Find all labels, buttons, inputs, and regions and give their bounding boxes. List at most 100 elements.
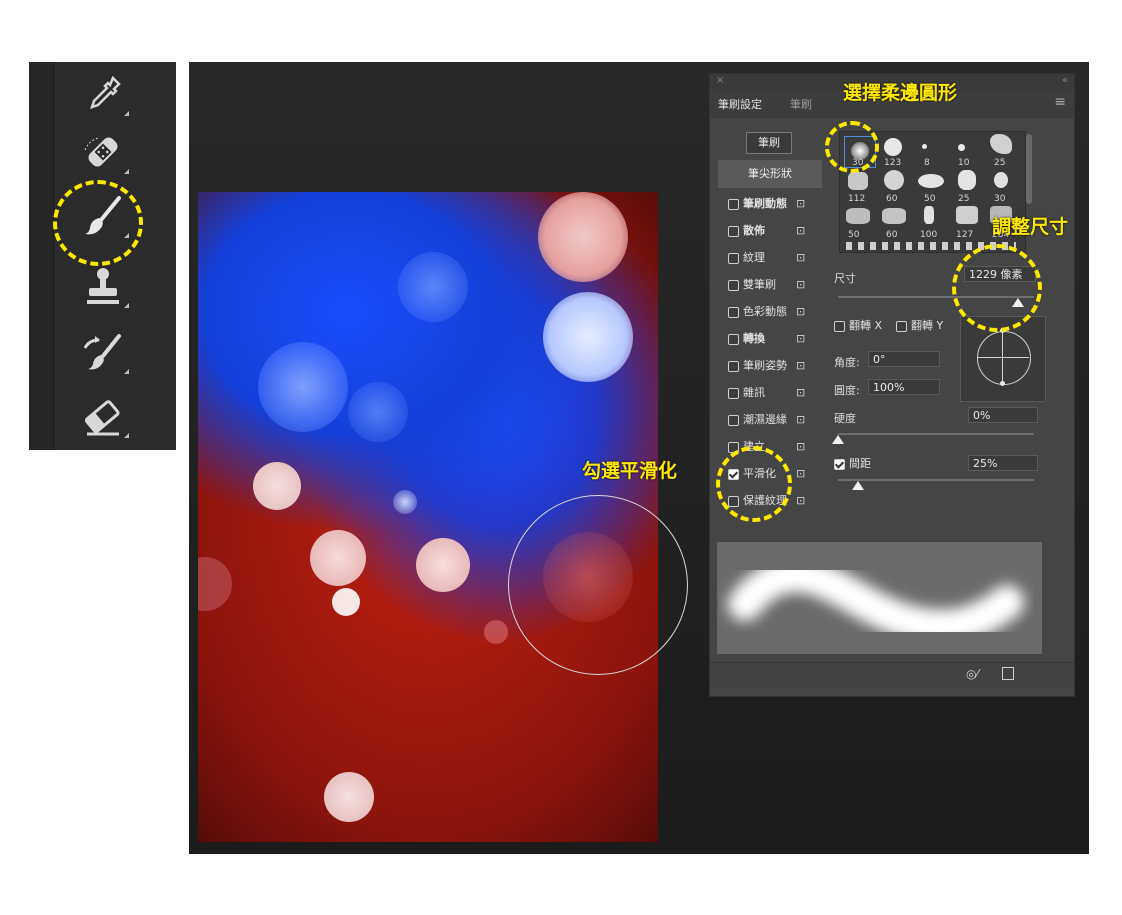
spacing-label: 間距	[849, 457, 871, 470]
brush-option-4[interactable]: 色彩動態	[728, 302, 787, 322]
bokeh-circle	[324, 772, 374, 822]
flip-y-checkbox[interactable]: 翻轉 Y	[896, 316, 943, 336]
brushes-preset-button[interactable]: 筆刷	[746, 132, 792, 154]
textured-brush-tip[interactable]	[846, 208, 870, 224]
lock-icon[interactable]: ⊡	[796, 278, 805, 291]
angle-label: 角度:	[834, 356, 860, 369]
brush-size-label: 8	[924, 158, 930, 168]
textured-brush-tip[interactable]	[884, 170, 904, 190]
option-checkbox[interactable]	[728, 252, 739, 264]
brush-size-label: 25	[994, 158, 1006, 168]
lock-icon[interactable]: ⊡	[796, 440, 805, 453]
option-label: 雙筆刷	[743, 278, 776, 291]
brush-option-7[interactable]: 雜訊	[728, 383, 765, 403]
close-icon[interactable]: ×	[716, 75, 724, 86]
lock-icon[interactable]: ⊡	[796, 413, 805, 426]
bokeh-circle	[258, 342, 348, 432]
hardness-field[interactable]: 0%	[968, 407, 1038, 423]
brush-tool-highlight-ring	[53, 180, 143, 266]
brush-tip-shape-item[interactable]: 筆尖形狀	[718, 160, 822, 188]
lock-icon[interactable]: ⊡	[796, 386, 805, 399]
spacing-checkbox[interactable]: 間距	[834, 454, 871, 474]
spacing-slider-thumb[interactable]	[852, 481, 864, 490]
option-label: 轉換	[743, 332, 765, 345]
lock-icon[interactable]: ⊡	[796, 224, 805, 237]
splatter-brush-tip[interactable]	[990, 134, 1012, 154]
bokeh-circle	[393, 490, 417, 514]
option-checkbox[interactable]	[728, 333, 739, 345]
option-checkbox[interactable]	[728, 279, 739, 291]
textured-brush-tip[interactable]	[918, 174, 944, 188]
brush-option-2[interactable]: 紋理	[728, 248, 765, 268]
brush-cursor-outline	[508, 495, 688, 675]
textured-brush-tip[interactable]	[848, 172, 868, 190]
size-label: 尺寸	[834, 272, 856, 285]
small-round-brush-tip[interactable]	[922, 144, 927, 149]
brush-option-0[interactable]: 筆刷動態	[728, 194, 787, 214]
brush-stroke-preview	[717, 542, 1042, 654]
option-checkbox[interactable]	[728, 306, 739, 318]
bokeh-circle	[310, 530, 366, 586]
tab-brush-settings[interactable]: 筆刷設定	[718, 96, 762, 112]
option-checkbox[interactable]	[728, 360, 739, 372]
new-preset-icon[interactable]	[1002, 667, 1014, 680]
clone-stamp-icon[interactable]	[79, 262, 129, 310]
eyedropper-icon[interactable]	[79, 70, 129, 118]
eraser-icon[interactable]	[79, 392, 129, 440]
option-checkbox[interactable]	[728, 414, 739, 426]
textured-brush-tip[interactable]	[924, 206, 934, 224]
textured-brush-tip[interactable]	[994, 172, 1008, 188]
lock-icon[interactable]: ⊡	[796, 494, 805, 507]
callout-adjust-size: 調整尺寸	[992, 216, 1069, 238]
brush-option-8[interactable]: 潮濕邊緣	[728, 410, 787, 430]
brush-option-6[interactable]: 筆刷姿勢	[728, 356, 787, 376]
brush-option-3[interactable]: 雙筆刷	[728, 275, 776, 295]
lock-icon[interactable]: ⊡	[796, 359, 805, 372]
option-label: 紋理	[743, 251, 765, 264]
textured-brush-tip[interactable]	[882, 208, 906, 224]
tab-brushes[interactable]: 筆刷	[790, 96, 812, 112]
spacing-slider-track[interactable]	[838, 479, 1034, 481]
history-brush-icon[interactable]	[79, 328, 129, 376]
textured-brush-tip[interactable]	[956, 206, 978, 224]
bokeh-circle	[543, 292, 633, 382]
lock-icon[interactable]: ⊡	[796, 332, 805, 345]
brush-size-label: 50	[848, 230, 860, 240]
collapse-icon[interactable]: «	[1062, 75, 1068, 86]
brush-size-label: 10	[958, 158, 970, 168]
brush-size-label: 25	[958, 194, 970, 204]
bokeh-circle	[348, 382, 408, 442]
brush-grid-scrollbar[interactable]	[1026, 134, 1032, 204]
option-checkbox[interactable]	[728, 387, 739, 399]
roundness-field[interactable]: 100%	[868, 379, 940, 395]
bokeh-circle	[332, 588, 360, 616]
flip-x-checkbox[interactable]: 翻轉 X	[834, 316, 882, 336]
hard-round-brush-tip[interactable]	[884, 138, 902, 156]
flip-y-label: 翻轉 Y	[911, 319, 944, 332]
eye-slash-icon[interactable]: ◎⁄	[966, 667, 978, 681]
brush-size-label: 30	[994, 194, 1006, 204]
option-label: 潮濕邊緣	[743, 413, 787, 426]
bokeh-circle	[253, 462, 301, 510]
brush-size-label: 123	[884, 158, 902, 168]
option-checkbox[interactable]	[728, 198, 739, 210]
angle-field[interactable]: 0°	[868, 351, 940, 367]
bokeh-circle	[198, 557, 232, 611]
panel-menu-icon[interactable]: ≡	[1054, 94, 1066, 110]
option-label: 筆刷動態	[743, 197, 787, 210]
lock-icon[interactable]: ⊡	[796, 251, 805, 264]
bokeh-circle	[484, 620, 508, 644]
healing-brush-icon[interactable]	[79, 128, 129, 176]
brush-option-1[interactable]: 散佈	[728, 221, 765, 241]
lock-icon[interactable]: ⊡	[796, 467, 805, 480]
textured-brush-tip[interactable]	[958, 170, 976, 190]
hardness-slider-thumb[interactable]	[832, 435, 844, 444]
spacing-field[interactable]: 25%	[968, 455, 1038, 471]
lock-icon[interactable]: ⊡	[796, 305, 805, 318]
size-highlight-ring	[952, 244, 1042, 332]
option-checkbox[interactable]	[728, 225, 739, 237]
round-brush-tip[interactable]	[958, 144, 965, 151]
hardness-slider-track[interactable]	[838, 433, 1034, 435]
brush-option-5[interactable]: 轉換	[728, 329, 765, 349]
lock-icon[interactable]: ⊡	[796, 197, 805, 210]
